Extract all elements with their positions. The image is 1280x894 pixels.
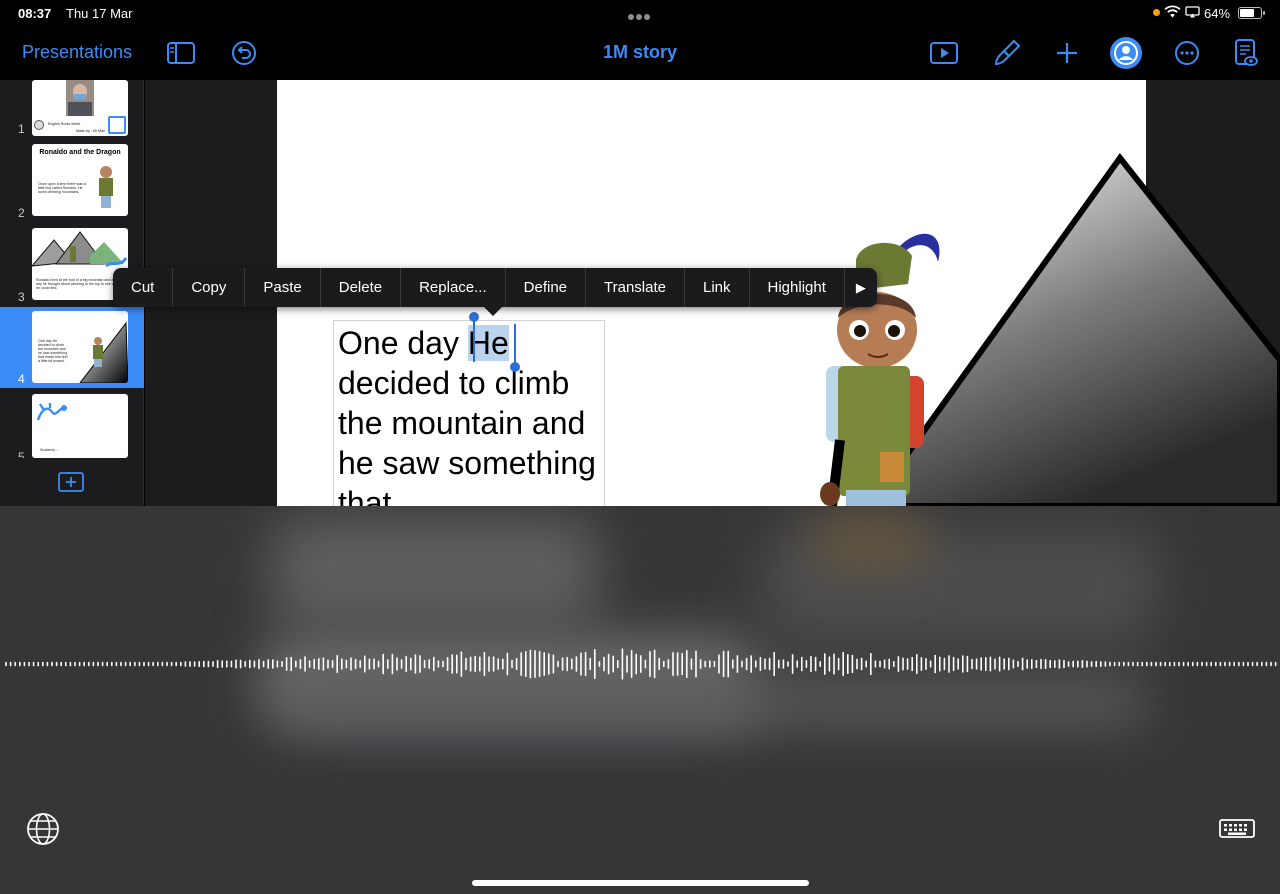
slide-text: One day He decided to climb the mountain… [38,339,68,363]
presenter-notes-icon[interactable] [1231,38,1261,68]
add-slide-button[interactable] [58,472,84,492]
battery-percentage: 64% [1204,6,1231,21]
document-title[interactable]: 1M story [540,42,740,63]
undo-icon[interactable] [229,38,259,68]
home-indicator[interactable] [472,880,809,886]
slide-thumbnail-1[interactable]: 1 English Roots Week Made by - Mr Mac [0,80,144,138]
slide-number: 4 [18,372,25,386]
slide-text: Suddenly ... [40,448,59,452]
menu-define[interactable]: Define [506,268,586,307]
toolbar: Presentations 1M story [0,26,1280,80]
menu-cut[interactable]: Cut [113,268,174,307]
wifi-icon [1164,5,1181,18]
text-before-selection: One day [338,325,468,361]
selection-end-line [514,324,516,364]
sidebar-icon[interactable] [166,38,196,68]
selection-end-handle[interactable] [510,362,520,372]
slide-preview: English Roots Week Made by - Mr Mac [32,80,128,136]
slide-text-box[interactable]: One day He decided to climb the mountain… [333,320,605,510]
slide-preview: Suddenly ... [32,394,128,458]
menu-link[interactable]: Link [685,268,750,307]
selection-start-handle[interactable] [469,312,479,322]
dragon-image [36,403,67,421]
add-icon[interactable] [1052,38,1082,68]
status-bar: 08:37 Thu 17 Mar 64% [0,0,1280,26]
blurred-content [810,516,930,566]
text-after-selection: decided to climb the mountain and he saw… [338,365,596,510]
menu-translate[interactable]: Translate [586,268,685,307]
slide-thumbnail-4[interactable]: 4 One day He decided to climb the mounta… [0,307,144,388]
collaborate-icon[interactable] [1109,36,1143,70]
presentations-back-button[interactable]: Presentations [22,42,132,63]
screen-mirroring-icon [1185,6,1200,18]
multitasking-dots-icon[interactable] [628,8,654,20]
slide-body-text[interactable]: One day He decided to climb the mountain… [338,323,604,510]
slide-thumbnail-2[interactable]: 2 Ronaldo and the Dragon Once upon a tim… [0,144,144,222]
slide-thumbnail-5[interactable]: 5 Suddenly ... [0,394,144,458]
slide-preview: Ronaldo and the Dragon Once upon a time … [32,144,128,216]
more-icon[interactable] [1172,38,1202,68]
menu-paste[interactable]: Paste [245,268,321,307]
menu-delete[interactable]: Delete [321,268,402,307]
format-brush-icon[interactable] [992,38,1022,68]
battery-icon [1238,7,1265,19]
menu-copy[interactable]: Copy [173,268,246,307]
slide-preview: One day He decided to climb the mountain… [32,311,128,383]
slide-text: Ronaldo lived at the foot of a big mount… [36,278,121,290]
slide-title: Ronaldo and the Dragon [39,149,121,156]
selection-start-line [473,320,475,362]
keyboard-icon[interactable] [1219,818,1255,840]
slide-number: 1 [18,122,25,136]
menu-replace[interactable]: Replace... [401,268,506,307]
selection-checkbox[interactable] [108,116,126,134]
status-date: Thu 17 Mar [66,6,133,21]
photo-image [66,80,94,116]
status-time: 08:37 [18,6,52,21]
globe-icon[interactable] [26,812,60,846]
slide-number: 2 [18,206,25,220]
blurred-content [270,516,600,626]
blurred-content [280,676,1150,726]
slide-footer: Made by - Mr Mac [76,129,105,133]
mic-in-use-indicator [1153,9,1160,16]
slide-number: 3 [18,290,25,304]
dictation-panel [0,506,1280,894]
slide-text: Once upon a time there was a little boy … [38,182,86,194]
menu-highlight[interactable]: Highlight [750,268,845,307]
boy-character-image [100,166,112,178]
school-logo-icon [34,120,44,130]
voice-waveform [5,648,1277,680]
edit-menu: Cut Copy Paste Delete Replace... Define … [113,268,877,307]
menu-pointer [483,306,503,316]
slide-subtitle: English Roots Week [48,122,81,126]
menu-more-arrow-icon[interactable]: ▶ [845,268,877,307]
play-icon[interactable] [929,38,959,68]
slide-number: 5 [18,450,25,458]
